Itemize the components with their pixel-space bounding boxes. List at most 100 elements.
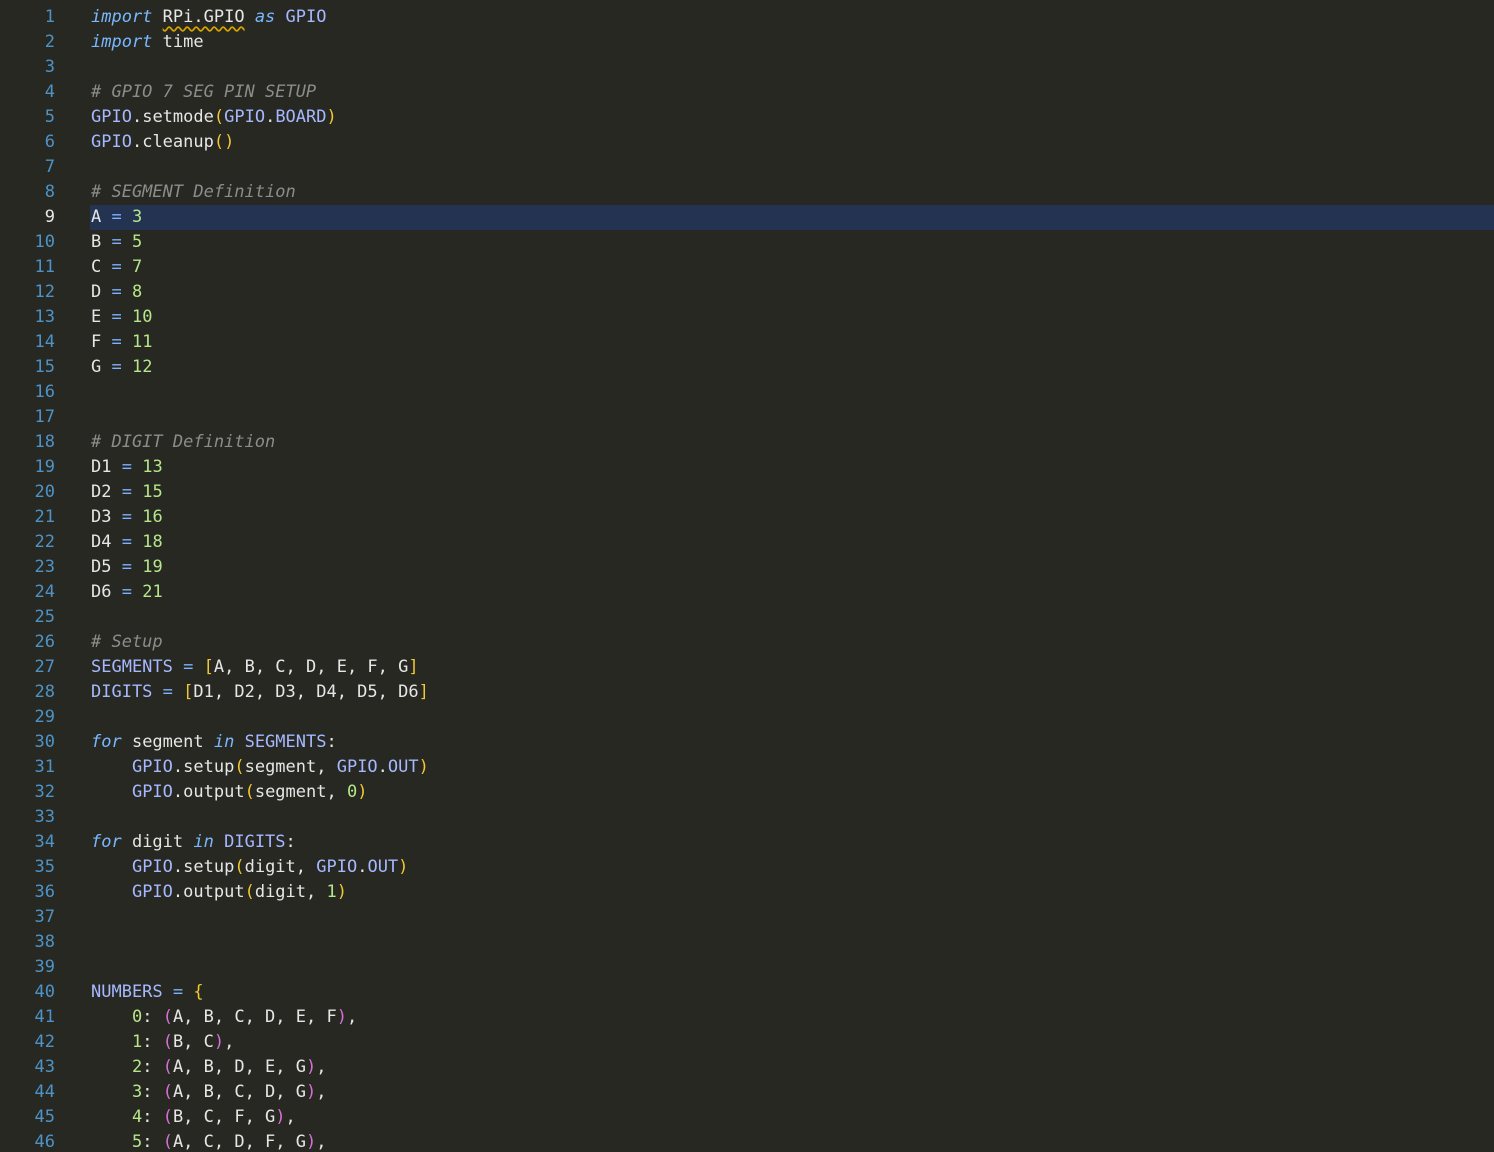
code-line-content[interactable]: D3 = 16	[90, 505, 1494, 530]
code-line[interactable]: 42 1: (B, C),	[0, 1030, 1494, 1055]
code-line[interactable]: 36 GPIO.output(digit, 1)	[0, 880, 1494, 905]
code-line[interactable]: 37	[0, 905, 1494, 930]
code-line[interactable]: 11 C = 7	[0, 255, 1494, 280]
code-line-content[interactable]: D = 8	[90, 280, 1494, 305]
code-line-content[interactable]: # SEGMENT Definition	[90, 180, 1494, 205]
code-line[interactable]: 6 GPIO.cleanup()	[0, 130, 1494, 155]
code-line-content[interactable]: D1 = 13	[90, 455, 1494, 480]
code-line-content[interactable]	[90, 905, 1494, 930]
code-line-content[interactable]: B = 5	[90, 230, 1494, 255]
code-line-content[interactable]: 5: (A, C, D, F, G),	[90, 1130, 1494, 1152]
code-line[interactable]: 25	[0, 605, 1494, 630]
code-line[interactable]: 30 for segment in SEGMENTS:	[0, 730, 1494, 755]
code-line[interactable]: 5 GPIO.setmode(GPIO.BOARD)	[0, 105, 1494, 130]
code-line-content[interactable]: 0: (A, B, C, D, E, F),	[90, 1005, 1494, 1030]
code-line-content[interactable]	[90, 405, 1494, 430]
code-line[interactable]: 32 GPIO.output(segment, 0)	[0, 780, 1494, 805]
code-line-content[interactable]: A = 3	[90, 205, 1494, 230]
code-line[interactable]: 22 D4 = 18	[0, 530, 1494, 555]
code-line[interactable]: 18 # DIGIT Definition	[0, 430, 1494, 455]
code-line[interactable]: 13 E = 10	[0, 305, 1494, 330]
code-line[interactable]: 19 D1 = 13	[0, 455, 1494, 480]
code-line-content[interactable]: 2: (A, B, D, E, G),	[90, 1055, 1494, 1080]
code-line[interactable]: 33	[0, 805, 1494, 830]
code-line-content[interactable]: GPIO.output(segment, 0)	[90, 780, 1494, 805]
code-line-content[interactable]: D6 = 21	[90, 580, 1494, 605]
code-line[interactable]: 44 3: (A, B, C, D, G),	[0, 1080, 1494, 1105]
code-text: NUMBERS = {	[91, 980, 204, 1005]
code-line[interactable]: 8 # SEGMENT Definition	[0, 180, 1494, 205]
code-line-content[interactable]	[90, 805, 1494, 830]
code-line[interactable]: 41 0: (A, B, C, D, E, F),	[0, 1005, 1494, 1030]
code-line-content[interactable]: DIGITS = [D1, D2, D3, D4, D5, D6]	[90, 680, 1494, 705]
code-line-content[interactable]: D2 = 15	[90, 480, 1494, 505]
code-line[interactable]: 2 import time	[0, 30, 1494, 55]
code-line[interactable]: 10 B = 5	[0, 230, 1494, 255]
code-line-content[interactable]: for segment in SEGMENTS:	[90, 730, 1494, 755]
code-line[interactable]: 16	[0, 380, 1494, 405]
code-line-content[interactable]: # GPIO 7 SEG PIN SETUP	[90, 80, 1494, 105]
code-text: GPIO.output(digit, 1)	[91, 880, 347, 905]
code-line[interactable]: 45 4: (B, C, F, G),	[0, 1105, 1494, 1130]
code-line[interactable]: 12 D = 8	[0, 280, 1494, 305]
code-line[interactable]: 29	[0, 705, 1494, 730]
code-line-content[interactable]: C = 7	[90, 255, 1494, 280]
code-line-content[interactable]: GPIO.setup(segment, GPIO.OUT)	[90, 755, 1494, 780]
code-line[interactable]: 28 DIGITS = [D1, D2, D3, D4, D5, D6]	[0, 680, 1494, 705]
code-token: (	[234, 757, 245, 777]
code-token: .	[172, 857, 184, 877]
code-line-content[interactable]: 1: (B, C),	[90, 1030, 1494, 1055]
code-line[interactable]: 43 2: (A, B, D, E, G),	[0, 1055, 1494, 1080]
code-line-content[interactable]: # Setup	[90, 630, 1494, 655]
code-line[interactable]: 1 import RPi.GPIO as GPIO	[0, 5, 1494, 30]
code-line[interactable]: 39	[0, 955, 1494, 980]
code-line[interactable]: 35 GPIO.setup(digit, GPIO.OUT)	[0, 855, 1494, 880]
code-line[interactable]: 34 for digit in DIGITS:	[0, 830, 1494, 855]
code-line-content[interactable]	[90, 55, 1494, 80]
line-number: 5	[44, 107, 55, 127]
code-line[interactable]: 40 NUMBERS = {	[0, 980, 1494, 1005]
code-line[interactable]: 21 D3 = 16	[0, 505, 1494, 530]
code-line-content[interactable]: NUMBERS = {	[90, 980, 1494, 1005]
code-line-content[interactable]: # DIGIT Definition	[90, 430, 1494, 455]
code-line-content[interactable]: G = 12	[90, 355, 1494, 380]
code-line-content[interactable]: D4 = 18	[90, 530, 1494, 555]
code-line-content[interactable]: D5 = 19	[90, 555, 1494, 580]
code-line-content[interactable]: GPIO.output(digit, 1)	[90, 880, 1494, 905]
code-line[interactable]: 17	[0, 405, 1494, 430]
code-line[interactable]: 15 G = 12	[0, 355, 1494, 380]
code-line-content[interactable]	[90, 705, 1494, 730]
code-line-content[interactable]: SEGMENTS = [A, B, C, D, E, F, G]	[90, 655, 1494, 680]
code-line-content[interactable]	[90, 605, 1494, 630]
code-token: =	[111, 207, 122, 227]
code-line-content[interactable]	[90, 380, 1494, 405]
code-line[interactable]: 20 D2 = 15	[0, 480, 1494, 505]
code-line-content[interactable]: GPIO.setup(digit, GPIO.OUT)	[90, 855, 1494, 880]
code-line-content[interactable]	[90, 955, 1494, 980]
code-line[interactable]: 38	[0, 930, 1494, 955]
code-line[interactable]: 7	[0, 155, 1494, 180]
code-line[interactable]: 46 5: (A, C, D, F, G),	[0, 1130, 1494, 1152]
code-line[interactable]: 4 # GPIO 7 SEG PIN SETUP	[0, 80, 1494, 105]
code-line[interactable]: 14 F = 11	[0, 330, 1494, 355]
code-line[interactable]: 31 GPIO.setup(segment, GPIO.OUT)	[0, 755, 1494, 780]
code-line-content[interactable]: 4: (B, C, F, G),	[90, 1105, 1494, 1130]
code-line-content[interactable]: 3: (A, B, C, D, G),	[90, 1080, 1494, 1105]
code-line-content[interactable]	[90, 155, 1494, 180]
code-line[interactable]: 27 SEGMENTS = [A, B, C, D, E, F, G]	[0, 655, 1494, 680]
code-line-content[interactable]: E = 10	[90, 305, 1494, 330]
code-line-content[interactable]	[90, 930, 1494, 955]
code-line[interactable]: 9 A = 3	[0, 205, 1494, 230]
code-line-content[interactable]: import RPi.GPIO as GPIO	[90, 5, 1494, 30]
code-line-content[interactable]: GPIO.setmode(GPIO.BOARD)	[90, 105, 1494, 130]
code-line[interactable]: 3	[0, 55, 1494, 80]
code-line-content[interactable]: F = 11	[90, 330, 1494, 355]
code-line[interactable]: 23 D5 = 19	[0, 555, 1494, 580]
code-line-content[interactable]: for digit in DIGITS:	[90, 830, 1494, 855]
code-token: OUT	[367, 857, 399, 877]
code-editor[interactable]: 1 import RPi.GPIO as GPIO 2 import time 3 4 # …	[0, 0, 1494, 1152]
code-line[interactable]: 26 # Setup	[0, 630, 1494, 655]
code-line-content[interactable]: GPIO.cleanup()	[90, 130, 1494, 155]
code-line[interactable]: 24 D6 = 21	[0, 580, 1494, 605]
code-line-content[interactable]: import time	[90, 30, 1494, 55]
